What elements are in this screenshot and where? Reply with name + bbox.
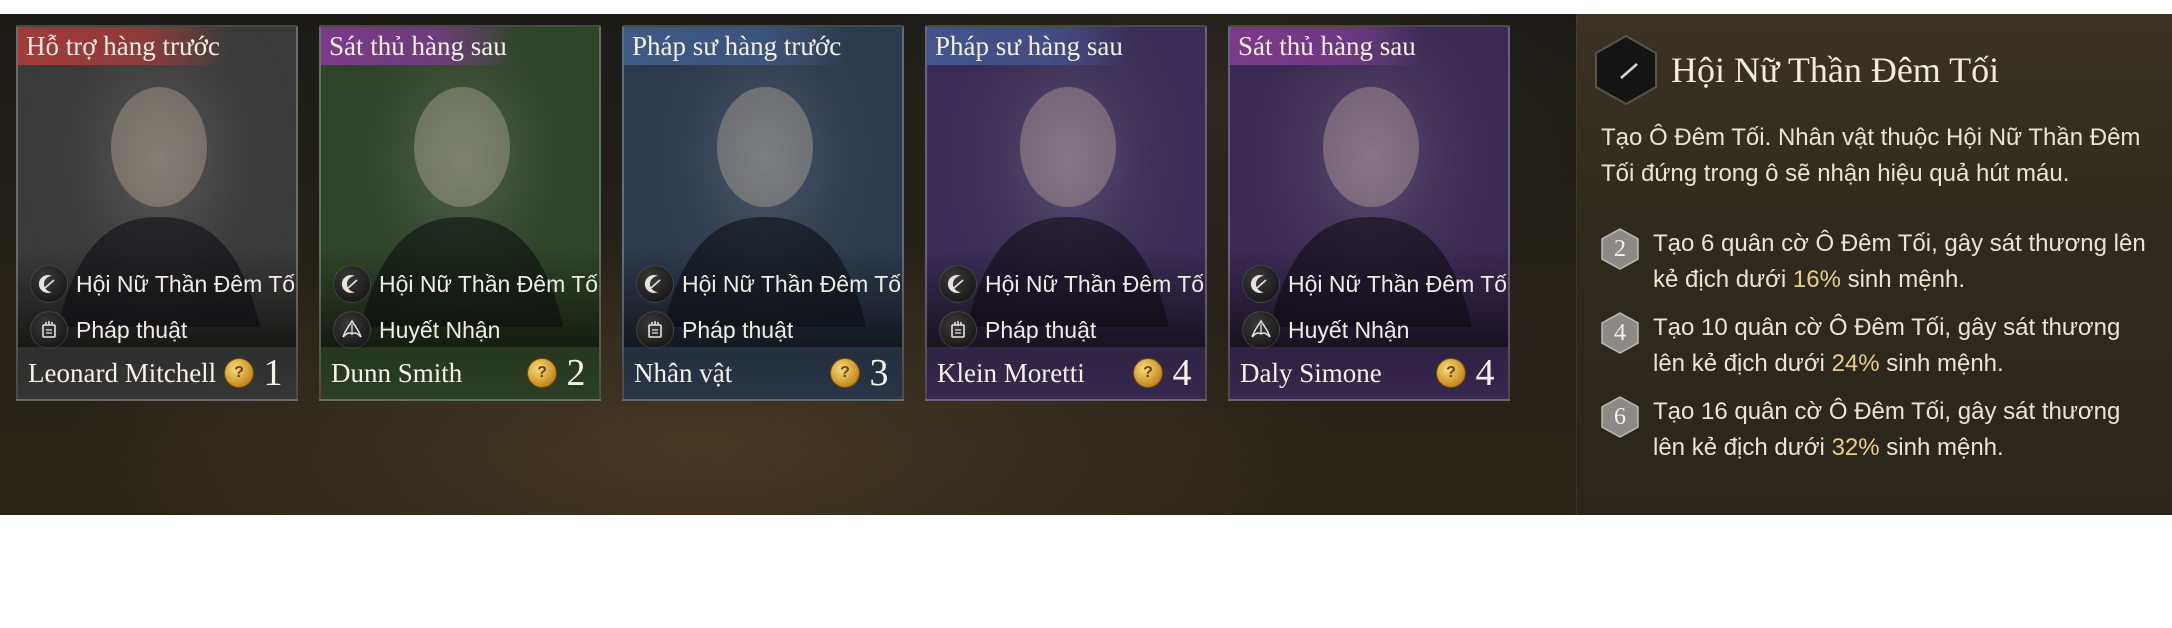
role-tag: Pháp sư hàng sau [927,27,1133,65]
hero-name-bar: Daly Simone ? 4 [1230,347,1508,399]
hero-cost: 1 [263,352,283,394]
panel-title: Hội Nữ Thần Đêm Tối [1671,50,2000,90]
hero-name-bar: Leonard Mitchell ? 1 [18,347,296,399]
trait-detail-panel: Hội Nữ Thần Đêm Tối Tạo Ô Đêm Tối. Nhân … [1576,14,2172,515]
tier-percent: 32% [1831,434,1880,461]
trait-label: Pháp thuật [682,316,794,343]
tier-item: 2 Tạo 6 quân cờ Ô Đêm Tối, gây sát thươn… [1601,226,2153,298]
tier-list: 2 Tạo 6 quân cờ Ô Đêm Tối, gây sát thươn… [1601,226,2153,478]
gold-coin-icon: ? [224,358,254,388]
trait-label: Hội Nữ Thần Đêm Tối [379,270,601,297]
role-tag: Sát thủ hàng sau [321,27,517,65]
trait-row[interactable]: Hội Nữ Thần Đêm Tối [30,261,298,307]
crescent-moon-icon [1242,265,1280,303]
gold-coin-icon: ? [830,358,860,388]
hero-card[interactable]: Sát thủ hàng sau Hội Nữ Thần Đêm Tối Huy… [1228,25,1510,401]
tier-text-after: sinh mệnh. [1879,434,2004,461]
gold-coin-icon: ? [1436,358,1466,388]
tier-text-after: sinh mệnh. [1840,266,1965,293]
tier-text-after: sinh mệnh. [1879,350,2004,377]
hero-name-bar: Klein Moretti ? 4 [927,347,1205,399]
hero-cost: 3 [869,352,889,394]
role-tag: Hỗ trợ hàng trước [18,27,230,65]
crescent-moon-icon [636,265,674,303]
crescent-moon-icon [30,265,68,303]
hero-card[interactable]: Pháp sư hàng sau Hội Nữ Thần Đêm Tối Phá… [925,25,1207,401]
tier-hex-icon: 4 [1601,312,1639,354]
panel-description: Tạo Ô Đêm Tối. Nhân vật thuộc Hội Nữ Thầ… [1601,124,2141,187]
tier-level: 4 [1614,319,1626,346]
hero-name: Dunn Smith [331,357,463,388]
hero-name: Daly Simone [1240,357,1382,388]
hero-name: Klein Moretti [937,357,1085,388]
tier-percent: 16% [1792,266,1841,293]
tier-hex-icon: 6 [1601,396,1639,438]
magic-tome-icon [939,311,977,349]
trait-label: Huyết Nhận [379,316,501,343]
trait-row[interactable]: Hội Nữ Thần Đêm Tối [333,261,601,307]
trait-label: Hội Nữ Thần Đêm Tối [76,270,298,297]
hero-cost: 4 [1475,352,1495,394]
blood-blade-icon [1242,311,1280,349]
blood-blade-icon [333,311,371,349]
crescent-moon-icon [1593,34,1659,106]
gold-coin-icon: ? [1133,358,1163,388]
trait-label: Hội Nữ Thần Đêm Tối [682,270,904,297]
tier-percent: 24% [1831,350,1880,377]
magic-tome-icon [30,311,68,349]
trait-label: Hội Nữ Thần Đêm Tối [1288,270,1510,297]
trait-row[interactable]: Hội Nữ Thần Đêm Tối [1242,261,1510,307]
trait-label: Hội Nữ Thần Đêm Tối [985,270,1207,297]
hero-name: Nhân vật [634,357,733,388]
trait-banner: Hỗ trợ hàng trước Hội Nữ Thần Đêm Tối Ph… [0,14,2172,515]
hero-cost: 4 [1172,352,1192,394]
tier-level: 6 [1614,403,1626,430]
hero-cost: 2 [566,352,586,394]
hero-name-bar: Dunn Smith ? 2 [321,347,599,399]
trait-row[interactable]: Hội Nữ Thần Đêm Tối [636,261,904,307]
hero-card[interactable]: Sát thủ hàng sau Hội Nữ Thần Đêm Tối Huy… [319,25,601,401]
gold-coin-icon: ? [527,358,557,388]
crescent-moon-icon [939,265,977,303]
tier-text: Tạo 6 quân cờ Ô Đêm Tối, gây sát thương … [1653,226,2153,298]
hero-name-bar: Nhân vật ? 3 [624,347,902,399]
hero-card[interactable]: Hỗ trợ hàng trước Hội Nữ Thần Đêm Tối Ph… [16,25,298,401]
trait-label: Pháp thuật [76,316,188,343]
tier-level: 2 [1614,235,1626,262]
trait-label: Huyết Nhận [1288,316,1410,343]
panel-header: Hội Nữ Thần Đêm Tối [1593,34,1999,106]
crescent-moon-icon [333,265,371,303]
role-tag: Sát thủ hàng sau [1230,27,1426,65]
role-tag: Pháp sư hàng trước [624,27,852,65]
trait-row[interactable]: Hội Nữ Thần Đêm Tối [939,261,1207,307]
tier-hex-icon: 2 [1601,228,1639,270]
magic-tome-icon [636,311,674,349]
trait-label: Pháp thuật [985,316,1097,343]
tier-item: 4 Tạo 10 quân cờ Ô Đêm Tối, gây sát thươ… [1601,310,2153,382]
tier-text: Tạo 10 quân cờ Ô Đêm Tối, gây sát thương… [1653,310,2153,382]
tier-text: Tạo 16 quân cờ Ô Đêm Tối, gây sát thương… [1653,394,2153,466]
tier-item: 6 Tạo 16 quân cờ Ô Đêm Tối, gây sát thươ… [1601,394,2153,466]
hero-card[interactable]: Pháp sư hàng trước Hội Nữ Thần Đêm Tối P… [622,25,904,401]
hero-name: Leonard Mitchell [28,357,217,388]
